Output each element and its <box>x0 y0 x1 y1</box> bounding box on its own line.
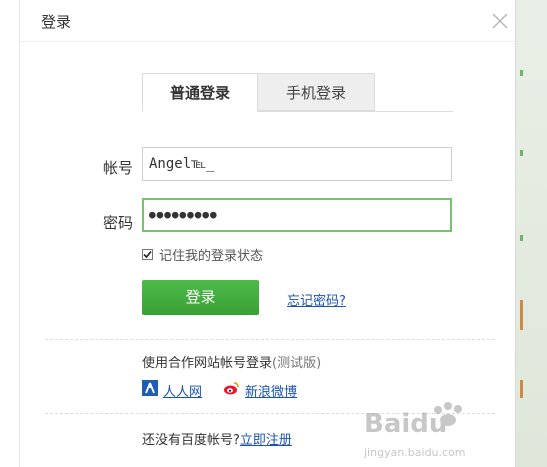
partner-renren[interactable]: 人人网 <box>142 380 202 400</box>
login-dialog: 登录 普通登录 手机登录 帐号 Angel℡_ 密码 ●●●●●●●●● 记住我… <box>19 0 516 467</box>
tab-normal-login[interactable]: 普通登录 <box>142 73 258 112</box>
partner-weibo[interactable]: 新浪微博 <box>223 380 297 400</box>
partner-login-title: 使用合作网站帐号登录(测试版) <box>142 352 321 371</box>
background-mark <box>520 150 523 156</box>
renren-label: 人人网 <box>163 384 203 400</box>
weibo-label: 新浪微博 <box>245 384 298 400</box>
watermark-url: jingyan.baidu.com <box>363 446 466 459</box>
password-label: 密码 <box>102 214 133 232</box>
watermark-brand: Baidu <box>364 409 447 439</box>
weibo-icon <box>223 380 240 400</box>
account-label: 帐号 <box>102 159 133 177</box>
title-divider <box>20 41 515 42</box>
login-tabs: 普通登录 手机登录 <box>142 73 453 112</box>
forgot-password-link[interactable]: 忘记密码? <box>287 290 346 309</box>
background-mark <box>520 235 523 241</box>
background-mark <box>520 70 523 76</box>
background-page-strip <box>516 0 547 467</box>
remember-label: 记住我的登录状态 <box>159 249 264 264</box>
section-divider <box>45 339 495 340</box>
register-prompt-text: 还没有百度帐号? <box>142 433 240 448</box>
dialog-title: 登录 <box>41 13 72 31</box>
password-field[interactable]: ●●●●●●●●● <box>142 198 452 232</box>
baidu-jingyan-watermark: Baidu jingyan.baidu.com <box>356 400 526 462</box>
renren-icon <box>142 380 158 400</box>
account-field[interactable]: Angel℡_ <box>142 147 452 181</box>
close-icon[interactable] <box>490 11 510 31</box>
background-mark <box>520 380 523 398</box>
register-link[interactable]: 立即注册 <box>240 433 292 448</box>
remember-checkbox[interactable] <box>142 249 153 260</box>
tab-phone-login[interactable]: 手机登录 <box>258 73 375 111</box>
login-button[interactable]: 登录 <box>142 280 259 315</box>
remember-me[interactable]: 记住我的登录状态 <box>142 245 263 264</box>
partner-login-title-text: 使用合作网站帐号登录 <box>142 356 273 371</box>
background-mark <box>520 300 523 330</box>
register-prompt: 还没有百度帐号?立即注册 <box>142 429 292 448</box>
partner-login-hint: (测试版) <box>272 356 322 371</box>
